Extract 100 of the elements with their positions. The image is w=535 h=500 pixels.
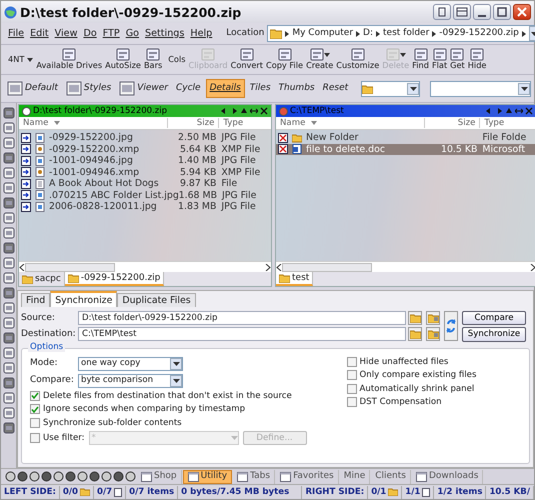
breadcrumb-item[interactable]: My Computer xyxy=(292,28,354,39)
menu-item[interactable]: Edit xyxy=(27,28,52,40)
toolbar-button[interactable]: Get xyxy=(449,47,466,72)
view-button[interactable]: Cycle xyxy=(172,80,204,97)
minimize-button[interactable] xyxy=(473,4,491,20)
tool-icon[interactable] xyxy=(2,422,14,434)
layout-button[interactable] xyxy=(453,4,471,20)
browse-folder-button[interactable] xyxy=(408,327,422,342)
tool-icon[interactable] xyxy=(2,302,14,314)
tool-icon[interactable] xyxy=(89,471,100,482)
action-button[interactable]: Compare xyxy=(462,311,526,326)
checkbox[interactable] xyxy=(30,418,40,428)
checkbox[interactable] xyxy=(346,370,357,380)
column-header[interactable]: Type xyxy=(219,118,271,128)
toolbar-button[interactable]: Hide xyxy=(466,47,488,72)
view-button[interactable]: Styles xyxy=(62,78,114,99)
toolbar-button[interactable]: AutoSize xyxy=(104,47,142,72)
right-arrow-icon[interactable] xyxy=(495,107,503,115)
favorite-folder-button[interactable] xyxy=(426,327,440,342)
horizontal-scrollbar[interactable] xyxy=(19,261,271,272)
file-row[interactable]: -0929-152200.jpg 2.50 MB JPG File xyxy=(19,132,271,144)
tool-icon[interactable] xyxy=(101,471,112,482)
view-button[interactable]: Details xyxy=(206,79,245,98)
toolbar-button[interactable]: Available Drives xyxy=(35,47,104,72)
file-row[interactable]: 2006-0828-120011.jpg 1.83 MB JPG File xyxy=(19,201,271,212)
destination-field[interactable]: C:\TEMP\test xyxy=(78,327,406,342)
column-header[interactable]: Name xyxy=(19,118,168,128)
column-header[interactable]: Type xyxy=(480,118,535,128)
toolbar-tab[interactable]: Utility xyxy=(182,470,232,484)
action-button[interactable]: Synchronize xyxy=(462,327,526,342)
checkbox[interactable] xyxy=(346,397,357,408)
tool-icon[interactable] xyxy=(2,212,14,224)
close-icon[interactable] xyxy=(525,107,533,115)
folder-tab[interactable]: sacpc xyxy=(19,272,65,286)
tool-icon[interactable] xyxy=(2,347,14,359)
tool-icon[interactable] xyxy=(2,392,14,404)
right-arrow-icon[interactable] xyxy=(230,107,238,115)
column-header[interactable]: Size xyxy=(168,118,220,128)
tool-icon[interactable] xyxy=(2,362,14,374)
checkbox[interactable] xyxy=(30,404,40,414)
tool-icon[interactable] xyxy=(2,407,14,419)
browse-folder-button[interactable] xyxy=(408,311,422,326)
panel-tab[interactable]: Synchronize xyxy=(50,290,118,307)
toolbar-button[interactable]: Copy File xyxy=(264,47,304,72)
tool-icon[interactable] xyxy=(2,182,14,194)
file-row[interactable]: file to delete.doc 10.5 KB Microsoft xyxy=(276,144,535,155)
tool-icon[interactable] xyxy=(2,152,14,164)
menu-item[interactable]: Help xyxy=(187,28,216,40)
tool-icon[interactable] xyxy=(2,287,14,299)
combo-box[interactable] xyxy=(430,80,531,96)
column-header[interactable]: Size xyxy=(424,118,480,128)
tool-icon[interactable] xyxy=(65,471,76,482)
tool-icon[interactable] xyxy=(113,471,124,482)
toolbar-button[interactable]: 4NT xyxy=(4,54,34,66)
tool-icon[interactable] xyxy=(2,272,14,284)
file-row[interactable]: -1001-094946.jpg 1.40 MB JPG File xyxy=(19,155,271,166)
toolbar-button[interactable]: Create xyxy=(305,47,334,72)
swap-icon[interactable] xyxy=(250,107,258,115)
up-arrow-icon[interactable] xyxy=(240,107,248,115)
folder-tab[interactable]: test xyxy=(276,272,314,286)
view-button[interactable]: Reset xyxy=(320,80,352,97)
column-header[interactable]: Name xyxy=(276,118,425,128)
tool-icon[interactable] xyxy=(2,137,14,149)
file-row[interactable]: New Folder File Folde xyxy=(276,132,535,144)
favorite-folder-button[interactable] xyxy=(426,311,440,326)
toolbar-button[interactable]: Customize xyxy=(335,47,380,72)
tool-icon[interactable] xyxy=(77,471,88,482)
tool-icon[interactable] xyxy=(29,471,40,482)
menu-item[interactable]: Settings xyxy=(142,28,188,40)
tool-icon[interactable] xyxy=(53,471,64,482)
maximize-button[interactable] xyxy=(493,4,511,20)
tool-icon[interactable] xyxy=(2,197,14,209)
file-row[interactable]: .070215 ABC Folder List.jpg1.68 MB JPG File xyxy=(19,190,271,201)
close-button[interactable] xyxy=(513,4,531,20)
left-arrow-icon[interactable] xyxy=(485,107,493,115)
file-row[interactable]: -0929-152200.xmp 5.64 KB XMP File xyxy=(19,144,271,155)
tool-icon[interactable] xyxy=(5,471,16,482)
tool-icon[interactable] xyxy=(2,317,14,329)
swap-icon[interactable] xyxy=(515,107,523,115)
checkbox[interactable] xyxy=(30,390,40,401)
toolbar-button[interactable]: Flat xyxy=(430,47,448,72)
breadcrumb-item[interactable]: -0929-152200.zip xyxy=(439,28,519,39)
up-arrow-icon[interactable] xyxy=(505,107,513,115)
tool-icon[interactable] xyxy=(2,227,14,239)
breadcrumb-item[interactable]: D: xyxy=(363,28,373,39)
tool-icon[interactable] xyxy=(2,242,14,254)
breadcrumb-item[interactable]: test folder xyxy=(383,28,430,39)
horizontal-scrollbar[interactable] xyxy=(276,261,535,272)
toolbar-button[interactable]: Find xyxy=(411,47,430,72)
swap-button[interactable] xyxy=(444,311,458,342)
tool-icon[interactable] xyxy=(2,122,14,134)
tool-icon[interactable] xyxy=(2,377,14,389)
menu-item[interactable]: File xyxy=(5,28,28,40)
source-field[interactable]: D:\test folder\-0929-152200.zip xyxy=(78,311,406,326)
toolbar-button[interactable]: Convert xyxy=(230,47,264,72)
file-row[interactable]: A Book About Hot Dogs 9.87 KB File xyxy=(19,178,271,190)
tool-icon[interactable] xyxy=(41,471,52,482)
tool-icon[interactable] xyxy=(2,167,14,179)
menu-item[interactable]: View xyxy=(52,28,80,40)
folder-tab[interactable]: -0929-152200.zip xyxy=(64,272,164,286)
